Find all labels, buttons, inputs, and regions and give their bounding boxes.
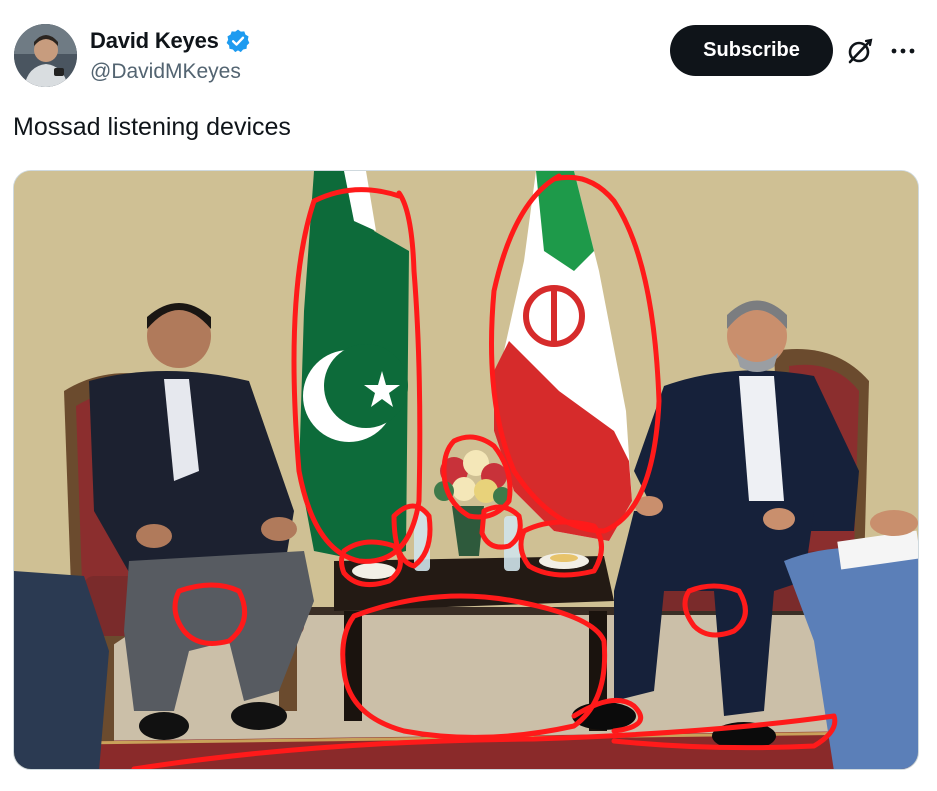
subscribe-button[interactable]: Subscribe — [670, 25, 833, 76]
tweet-text: Mossad listening devices — [13, 113, 291, 141]
author-avatar[interactable] — [14, 24, 77, 87]
author-name-row[interactable]: David Keyes — [90, 28, 251, 54]
grok-icon[interactable] — [846, 37, 874, 65]
author-handle[interactable]: @DavidMKeyes — [90, 60, 241, 84]
tweet-media-photo[interactable] — [13, 170, 919, 770]
more-icon[interactable] — [889, 37, 917, 65]
author-display-name[interactable]: David Keyes — [90, 28, 219, 54]
verified-badge-icon — [225, 28, 251, 54]
